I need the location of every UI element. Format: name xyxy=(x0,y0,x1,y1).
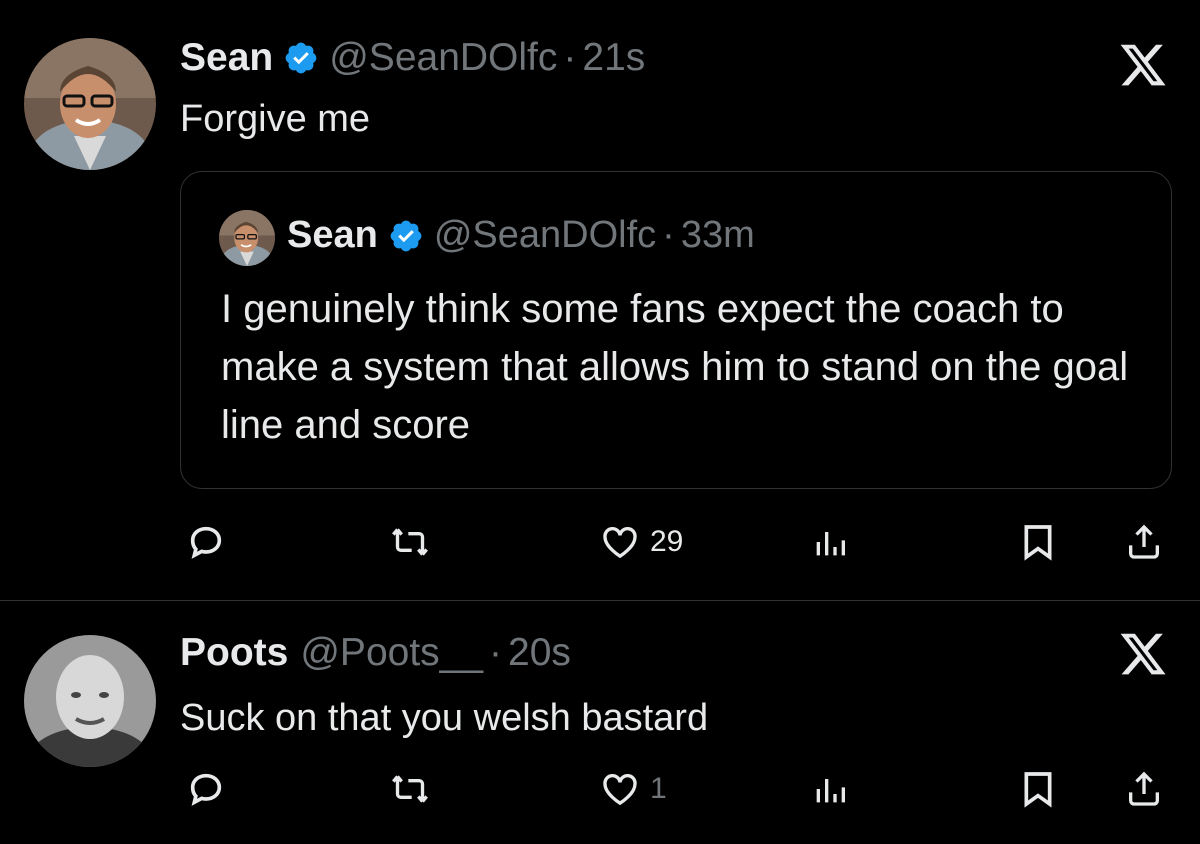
verified-badge-icon xyxy=(388,218,424,254)
reply-icon xyxy=(190,773,222,806)
handle[interactable]: @Poots__ xyxy=(300,631,483,675)
avatar[interactable] xyxy=(219,210,275,266)
quoted-tweet-text: I genuinely think some fans expect the c… xyxy=(221,287,1129,447)
retweet-icon xyxy=(392,775,428,803)
bookmark-icon xyxy=(1024,772,1052,808)
retweet-icon xyxy=(392,528,428,556)
share-button[interactable] xyxy=(1124,769,1164,809)
quoted-tweet[interactable]: Sean @SeanDOlfc · 33m I genuinely think … xyxy=(180,171,1172,489)
views-icon xyxy=(816,779,845,803)
like-count: 29 xyxy=(650,525,684,558)
quoted-tweet-header: Sean @SeanDOlfc · 33m xyxy=(287,214,755,257)
avatar[interactable] xyxy=(24,635,156,767)
reply-icon xyxy=(190,526,222,559)
retweet-button[interactable] xyxy=(390,522,430,562)
views-button[interactable] xyxy=(810,769,850,809)
x-logo-icon xyxy=(1118,40,1168,90)
share-icon xyxy=(1129,771,1159,806)
tweet-text: Suck on that you welsh bastard xyxy=(180,697,709,739)
like-button[interactable]: 1 xyxy=(600,769,667,809)
tweet-poots: Poots @Poots__ · 20s Suck on that you we… xyxy=(0,601,1200,844)
timestamp[interactable]: 21s xyxy=(582,36,645,80)
like-button[interactable]: 29 xyxy=(600,522,683,562)
bookmark-icon xyxy=(1024,525,1052,561)
action-bar: 1 xyxy=(0,765,1200,815)
action-bar: 29 xyxy=(0,518,1200,568)
reply-button[interactable] xyxy=(186,769,226,809)
timestamp[interactable]: 20s xyxy=(508,631,571,675)
separator-dot: · xyxy=(662,214,675,256)
separator-dot: · xyxy=(563,36,577,79)
like-icon xyxy=(603,526,637,559)
views-icon xyxy=(816,532,845,556)
x-logo-icon xyxy=(1118,629,1168,679)
handle[interactable]: @SeanDOlfc xyxy=(329,36,557,80)
views-button[interactable] xyxy=(810,522,850,562)
verified-badge-icon xyxy=(283,40,319,76)
tweet-text: Forgive me xyxy=(180,98,371,140)
tweet-sean: Sean @SeanDOlfc · 21s Forgive me Sean @S… xyxy=(0,0,1200,600)
tweet-header: Poots @Poots__ · 20s xyxy=(180,631,571,675)
bookmark-button[interactable] xyxy=(1018,769,1058,809)
retweet-button[interactable] xyxy=(390,769,430,809)
like-icon xyxy=(603,773,637,806)
tweet-header: Sean @SeanDOlfc · 21s xyxy=(180,36,645,80)
bookmark-button[interactable] xyxy=(1018,522,1058,562)
share-icon xyxy=(1129,524,1159,559)
display-name[interactable]: Sean xyxy=(180,36,273,80)
display-name[interactable]: Poots xyxy=(180,631,288,675)
timestamp[interactable]: 33m xyxy=(681,214,755,257)
separator-dot: · xyxy=(489,631,503,674)
display-name[interactable]: Sean xyxy=(287,214,378,257)
avatar[interactable] xyxy=(24,38,156,170)
handle[interactable]: @SeanDOlfc xyxy=(434,214,656,257)
like-count: 1 xyxy=(650,772,667,805)
share-button[interactable] xyxy=(1124,522,1164,562)
reply-button[interactable] xyxy=(186,522,226,562)
